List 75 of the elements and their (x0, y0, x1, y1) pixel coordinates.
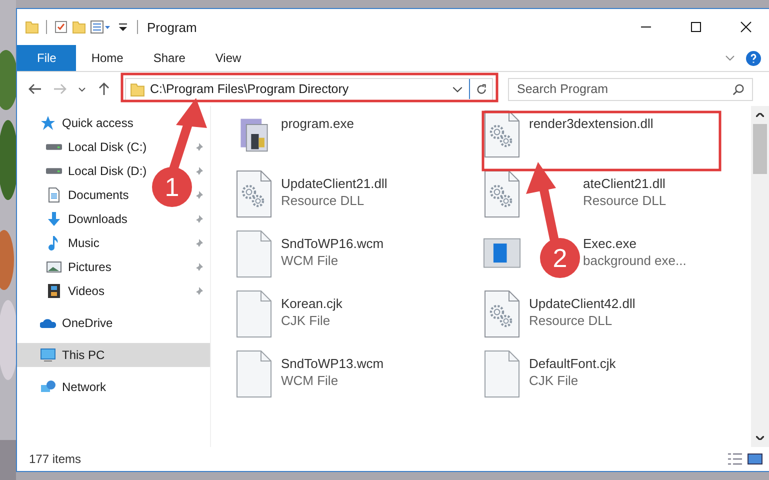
close-icon (740, 21, 752, 33)
step-number: 2 (552, 243, 568, 273)
nav-item[interactable]: Network (62, 380, 106, 394)
address-field[interactable]: C:\Program Files\Program Directory (125, 78, 493, 100)
network-icon (40, 379, 56, 395)
folder-icon (130, 82, 145, 96)
nav-item[interactable]: Downloads (68, 212, 128, 226)
star-icon (40, 115, 56, 131)
down-arrow-icon (46, 211, 62, 227)
file-name[interactable]: Exec.exe (583, 236, 636, 251)
picture-icon (46, 259, 62, 275)
scrollbar[interactable] (751, 106, 769, 447)
scroll-up-icon[interactable] (756, 113, 764, 117)
ribbon-tab[interactable]: Home (76, 45, 138, 71)
step-number: 1 (164, 172, 180, 202)
drive-icon (46, 144, 62, 150)
properties-icon (90, 20, 112, 34)
settings-file-icon (235, 170, 273, 218)
file-name[interactable]: UpdateClient21.dll (281, 176, 388, 191)
file-icon (235, 230, 273, 278)
scroll-down-icon[interactable] (756, 436, 764, 440)
nav-item[interactable]: Local Disk (D:) (68, 164, 147, 178)
file-type: Resource DLL (583, 193, 666, 208)
file-name[interactable]: ateClient21.dll (583, 176, 666, 191)
film-icon (46, 283, 62, 299)
search-icon (732, 82, 745, 96)
file-name[interactable]: SndToWP13.wcm (281, 356, 384, 371)
settings-file-icon (483, 170, 521, 218)
settings-file-icon (483, 290, 521, 338)
file-name[interactable]: program.exe (281, 116, 354, 131)
ribbon-tab[interactable]: Share (138, 45, 200, 71)
file-type: Resource DLL (529, 313, 612, 328)
nav-item[interactable]: Local Disk (C:) (68, 140, 147, 154)
window-title: Program (146, 20, 198, 34)
nav-item[interactable]: Pictures (68, 260, 112, 274)
file-icon (235, 290, 273, 338)
folder-icon (25, 20, 39, 34)
file-type: CJK File (281, 313, 330, 328)
drive-icon (46, 168, 62, 174)
file-name[interactable]: render3dextension.dll (529, 116, 654, 131)
file-name[interactable]: SndToWP16.wcm (281, 236, 384, 251)
file-name[interactable]: UpdateClient42.dll (529, 296, 636, 311)
nav-item[interactable]: Documents (68, 188, 129, 202)
file-type: WCM File (281, 253, 338, 268)
search-field[interactable]: Search Program (508, 78, 753, 100)
scroll-thumb[interactable] (753, 124, 767, 174)
refresh-icon[interactable] (475, 82, 488, 96)
step-circle (540, 238, 580, 278)
settings-file-icon (483, 110, 521, 158)
monitor-icon (40, 347, 56, 363)
file-type: background exe... (583, 253, 686, 268)
step-circle (152, 167, 192, 207)
ribbon-tab[interactable]: File (17, 45, 76, 71)
file-type: CJK File (529, 373, 578, 388)
nav-item[interactable]: Videos (68, 284, 104, 298)
file-type: WCM File (281, 373, 338, 388)
large-icons-view-icon[interactable] (747, 452, 763, 466)
maximize-icon (690, 21, 702, 33)
file-name[interactable]: Korean.cjk (281, 296, 342, 311)
nav-item[interactable]: OneDrive (62, 316, 113, 330)
file-type: Resource DLL (281, 193, 364, 208)
ribbon-tab[interactable]: View (200, 45, 256, 71)
nav-item[interactable]: This PC (17, 343, 210, 367)
file-icon (235, 350, 273, 398)
file-name[interactable]: DefaultFont.cjk (529, 356, 616, 371)
nav-item[interactable]: Music (68, 236, 100, 250)
file-icon (483, 350, 521, 398)
help-icon[interactable] (746, 50, 761, 66)
item-count: 177 items (29, 452, 82, 466)
document-icon (46, 187, 62, 203)
checklist-icon (54, 20, 68, 34)
folder-icon (72, 20, 86, 34)
nav-item[interactable]: Quick access (62, 116, 134, 130)
details-view-icon[interactable] (727, 452, 743, 466)
address-path: C:\Program Files\Program Directory (150, 82, 350, 96)
